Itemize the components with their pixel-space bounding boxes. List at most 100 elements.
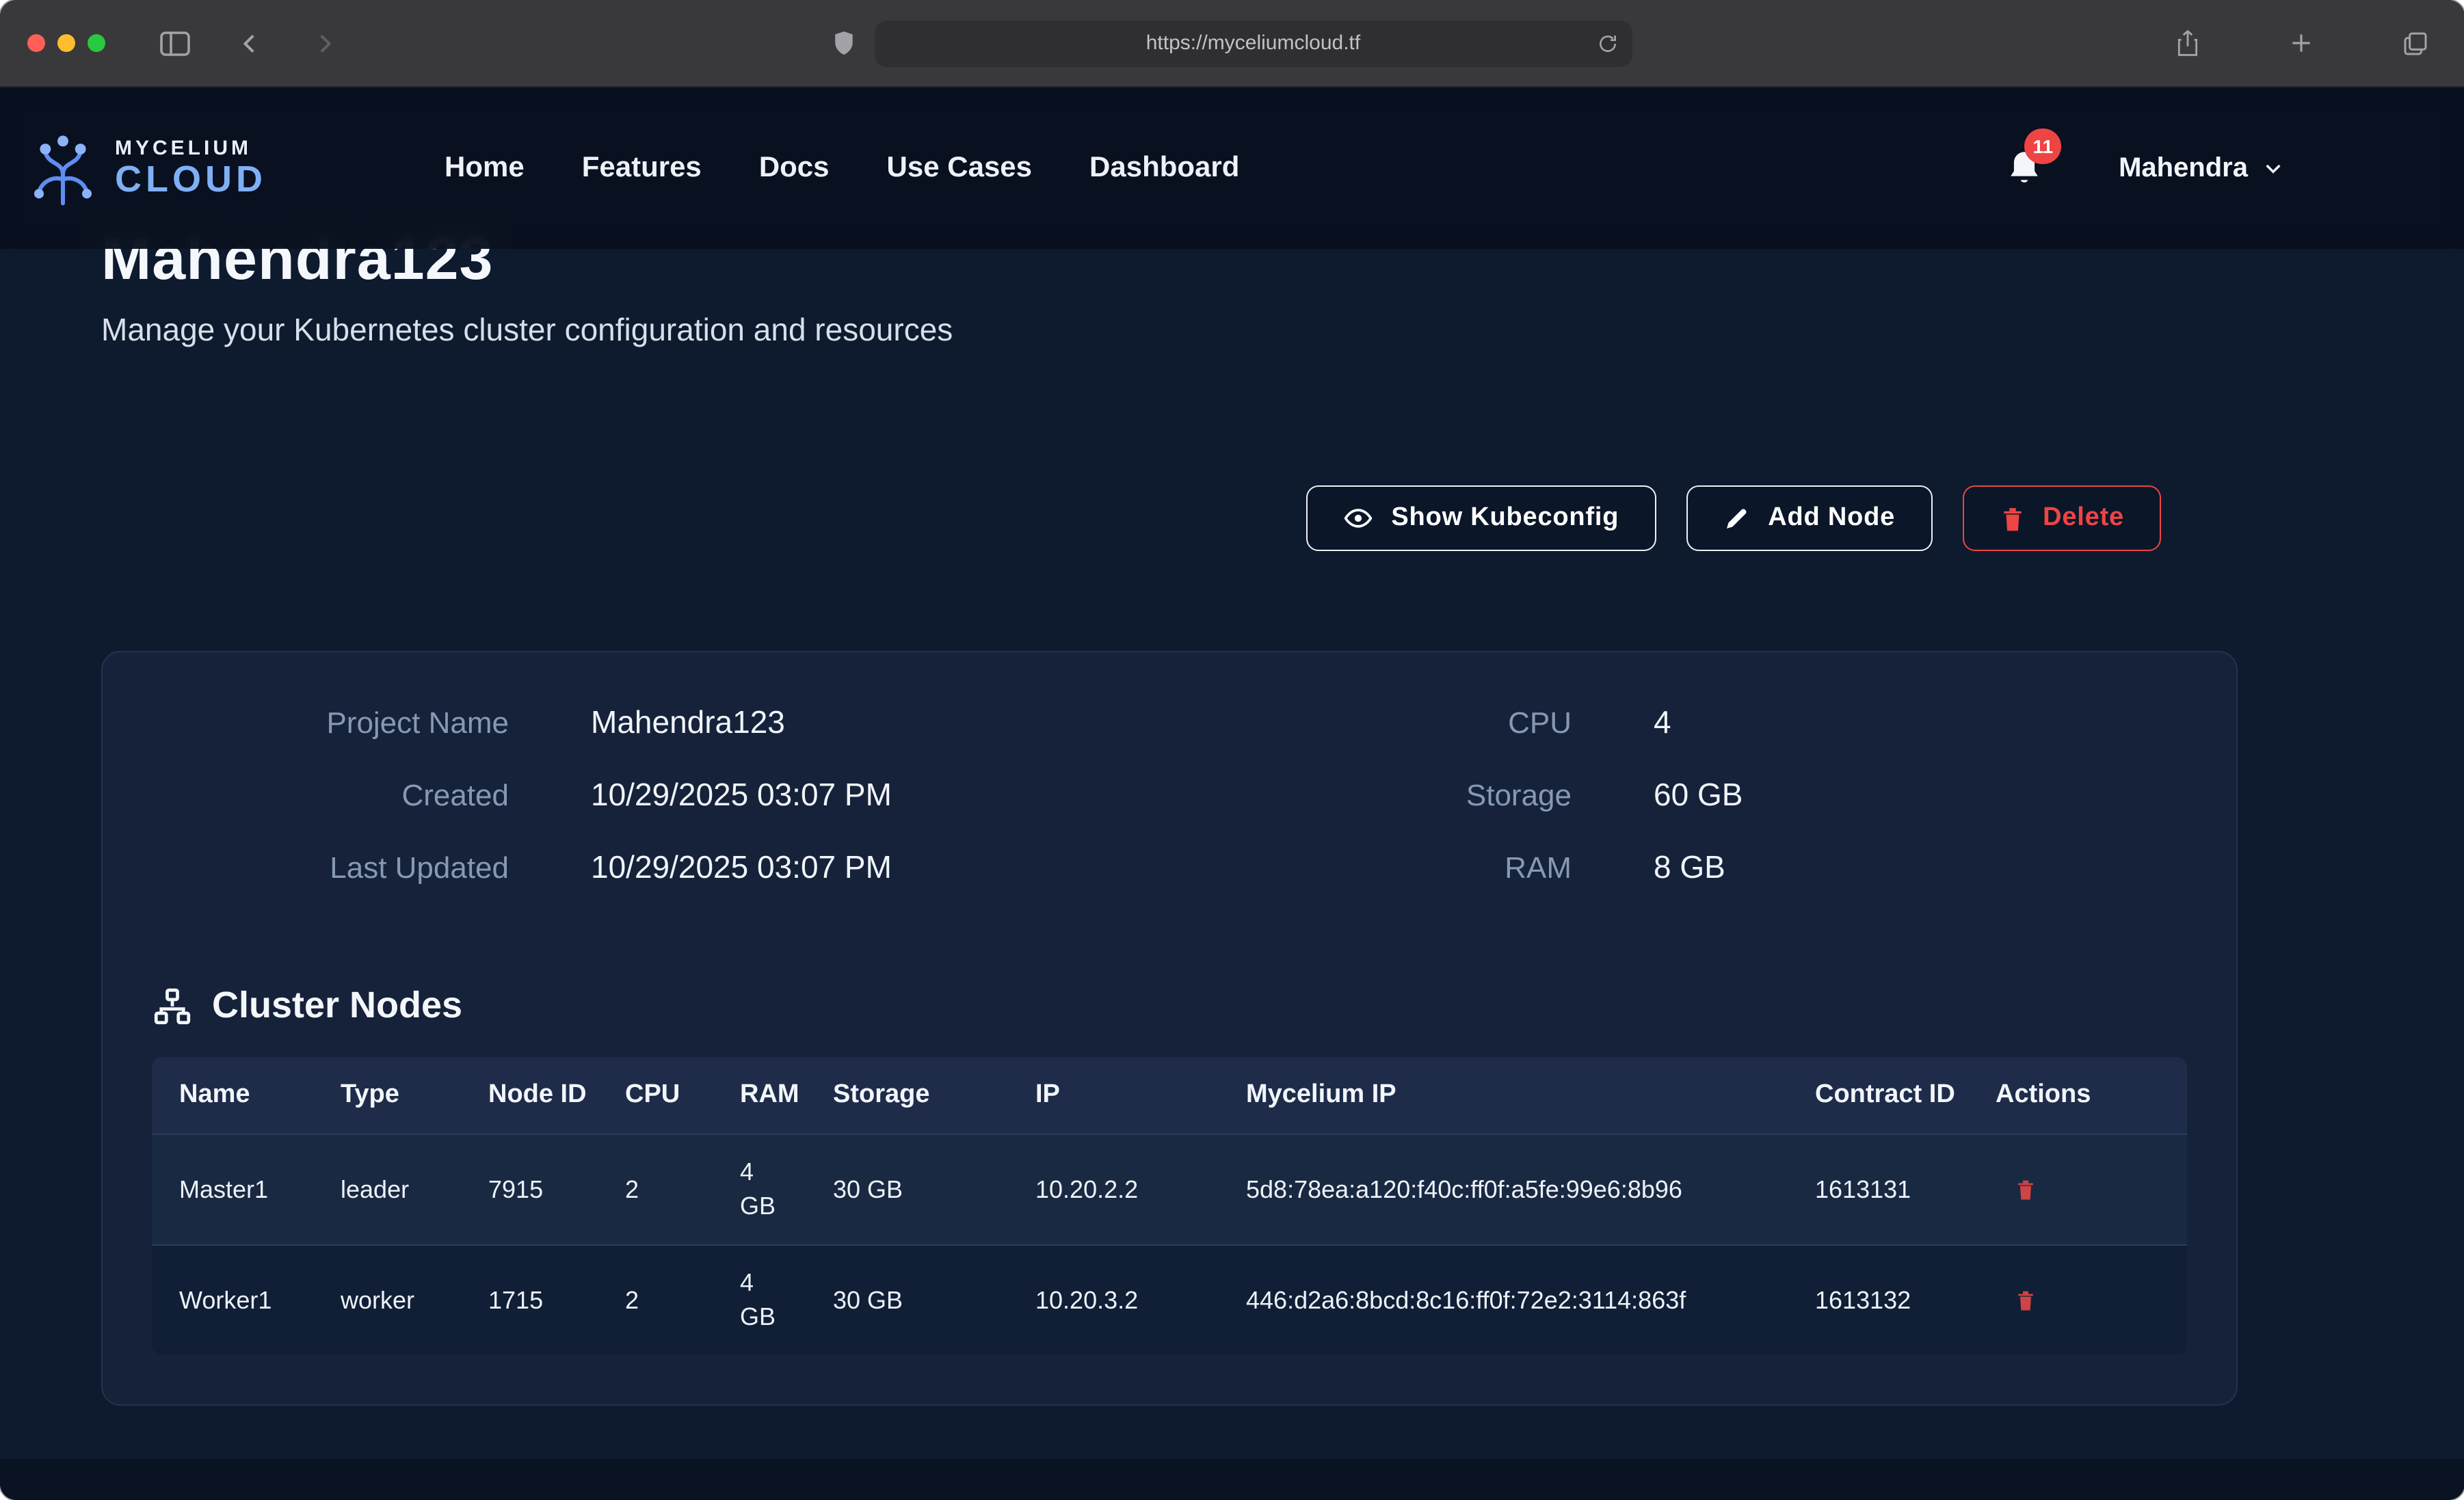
- cell-mycelium-ip: 5d8:78ea:a120:f40c:ff0f:a5fe:99e6:8b96: [1227, 1134, 1796, 1245]
- cluster-nodes-header: Cluster Nodes: [152, 985, 2187, 1027]
- col-contract-id: Contract ID: [1796, 1057, 1976, 1134]
- address-bar[interactable]: https://myceliumcloud.tf: [875, 20, 1632, 66]
- col-name: Name: [152, 1057, 321, 1134]
- back-button[interactable]: [231, 24, 269, 62]
- last-updated-label: Last Updated: [152, 848, 509, 889]
- logo-line2: CLOUD: [115, 159, 267, 198]
- close-window-button[interactable]: [27, 34, 45, 52]
- cell-type: worker: [321, 1245, 469, 1355]
- nav-item-use-cases[interactable]: Use Cases: [887, 152, 1033, 185]
- user-name: Mahendra: [2119, 152, 2248, 184]
- ram-value: 8 GB: [1654, 846, 1725, 887]
- add-node-button[interactable]: Add Node: [1686, 485, 1932, 551]
- cell-contract-id: 1613131: [1796, 1134, 1976, 1245]
- cluster-summary: Project Name Mahendra123 Created 10/29/2…: [152, 701, 2187, 919]
- last-updated-value: 10/29/2025 03:07 PM: [591, 846, 892, 887]
- table-row: Worker1 worker 1715 2 4 GB 30 GB 10.20.3…: [152, 1245, 2187, 1355]
- show-kubeconfig-button[interactable]: Show Kubeconfig: [1306, 485, 1656, 551]
- trash-icon: [2015, 1177, 2037, 1202]
- logo[interactable]: MYCELIUM CLOUD: [25, 130, 267, 206]
- cell-mycelium-ip: 446:d2a6:8bcd:8c16:ff0f:72e2:3114:863f: [1227, 1245, 1796, 1355]
- cell-name: Master1: [152, 1134, 321, 1245]
- col-cpu: CPU: [606, 1057, 721, 1134]
- pencil-icon: [1723, 505, 1750, 532]
- mycelium-logo-icon: [25, 130, 101, 206]
- created-value: 10/29/2025 03:07 PM: [591, 774, 892, 815]
- browser-chrome: https://myceliumcloud.tf: [0, 0, 2464, 88]
- privacy-shield-icon[interactable]: [832, 30, 856, 56]
- minimize-window-button[interactable]: [57, 34, 75, 52]
- navbar-right: 11 Mahendra: [2006, 149, 2464, 187]
- eye-icon: [1343, 503, 1373, 533]
- nav-item-home[interactable]: Home: [445, 152, 525, 185]
- cell-name: Worker1: [152, 1245, 321, 1355]
- reload-icon[interactable]: [1597, 32, 1619, 54]
- cell-storage: 30 GB: [814, 1134, 1016, 1245]
- new-tab-icon[interactable]: [2282, 25, 2319, 62]
- chrome-right-buttons: [2169, 23, 2434, 63]
- col-mycelium-ip: Mycelium IP: [1227, 1057, 1796, 1134]
- forward-button[interactable]: [305, 24, 343, 62]
- ram-label: RAM: [1169, 848, 1572, 889]
- delete-node-button[interactable]: [1996, 1288, 2037, 1313]
- delete-node-button[interactable]: [1996, 1177, 2037, 1202]
- cell-ip: 10.20.2.2: [1016, 1134, 1227, 1245]
- user-menu[interactable]: Mahendra: [2119, 152, 2283, 184]
- storage-value: 60 GB: [1654, 774, 1743, 815]
- cell-storage: 30 GB: [814, 1245, 1016, 1355]
- logo-text: MYCELIUM CLOUD: [115, 138, 267, 198]
- delete-label: Delete: [2043, 503, 2124, 533]
- cell-node-id: 7915: [469, 1134, 606, 1245]
- cell-node-id: 1715: [469, 1245, 606, 1355]
- cell-ip: 10.20.3.2: [1016, 1245, 1227, 1355]
- trash-icon: [1999, 504, 2025, 533]
- table-header-row: Name Type Node ID CPU RAM Storage IP Myc…: [152, 1057, 2187, 1134]
- cell-cpu: 2: [606, 1134, 721, 1245]
- created-label: Created: [152, 775, 509, 816]
- logo-line1: MYCELIUM: [115, 138, 267, 160]
- project-name-value: Mahendra123: [591, 701, 785, 742]
- cpu-label: CPU: [1169, 703, 1572, 744]
- nav-item-docs[interactable]: Docs: [759, 152, 830, 185]
- notification-count-badge: 11: [2024, 129, 2061, 164]
- nav-item-features[interactable]: Features: [582, 152, 702, 185]
- page-content: Mahendra123 Manage your Kubernetes clust…: [0, 227, 2464, 1459]
- delete-cluster-button[interactable]: Delete: [1962, 485, 2161, 551]
- add-node-label: Add Node: [1768, 503, 1895, 533]
- url-text: https://myceliumcloud.tf: [1146, 31, 1360, 55]
- table-row: Master1 leader 7915 2 4 GB 30 GB 10.20.2…: [152, 1134, 2187, 1245]
- page-subtitle: Manage your Kubernetes cluster configura…: [101, 312, 2464, 349]
- cell-actions: [1976, 1134, 2187, 1245]
- share-icon[interactable]: [2169, 23, 2205, 63]
- col-ip: IP: [1016, 1057, 1227, 1134]
- sidebar-toggle-icon[interactable]: [155, 25, 196, 61]
- nodes-table: Name Type Node ID CPU RAM Storage IP Myc…: [152, 1057, 2187, 1355]
- zoom-window-button[interactable]: [88, 34, 105, 52]
- page-footer: [0, 1459, 2464, 1500]
- cluster-actions: Show Kubeconfig Add Node Delete: [101, 485, 2238, 551]
- site-navbar: MYCELIUM CLOUD Home Features Docs Use Ca…: [0, 88, 2464, 249]
- notifications-button[interactable]: 11: [2006, 149, 2042, 187]
- cluster-details-card: Project Name Mahendra123 Created 10/29/2…: [101, 651, 2238, 1406]
- trash-icon: [2015, 1288, 2037, 1313]
- summary-left-column: Project Name Mahendra123 Created 10/29/2…: [152, 701, 1169, 919]
- nav-item-dashboard[interactable]: Dashboard: [1089, 152, 1239, 185]
- col-actions: Actions: [1976, 1057, 2187, 1134]
- nodes-hierarchy-icon: [152, 985, 193, 1026]
- col-storage: Storage: [814, 1057, 1016, 1134]
- cell-cpu: 2: [606, 1245, 721, 1355]
- cell-type: leader: [321, 1134, 469, 1245]
- browser-window: https://myceliumcloud.tf: [0, 0, 2464, 1500]
- main-menu: Home Features Docs Use Cases Dashboard: [445, 152, 1239, 185]
- col-type: Type: [321, 1057, 469, 1134]
- col-node-id: Node ID: [469, 1057, 606, 1134]
- storage-label: Storage: [1169, 775, 1572, 816]
- cell-contract-id: 1613132: [1796, 1245, 1976, 1355]
- tab-overview-icon[interactable]: [2396, 24, 2434, 62]
- cell-ram: 4 GB: [721, 1134, 814, 1245]
- chevron-down-icon: [2262, 157, 2283, 179]
- app-viewport: MYCELIUM CLOUD Home Features Docs Use Ca…: [0, 88, 2464, 1500]
- project-name-label: Project Name: [152, 703, 509, 744]
- col-ram: RAM: [721, 1057, 814, 1134]
- show-kubeconfig-label: Show Kubeconfig: [1391, 503, 1619, 533]
